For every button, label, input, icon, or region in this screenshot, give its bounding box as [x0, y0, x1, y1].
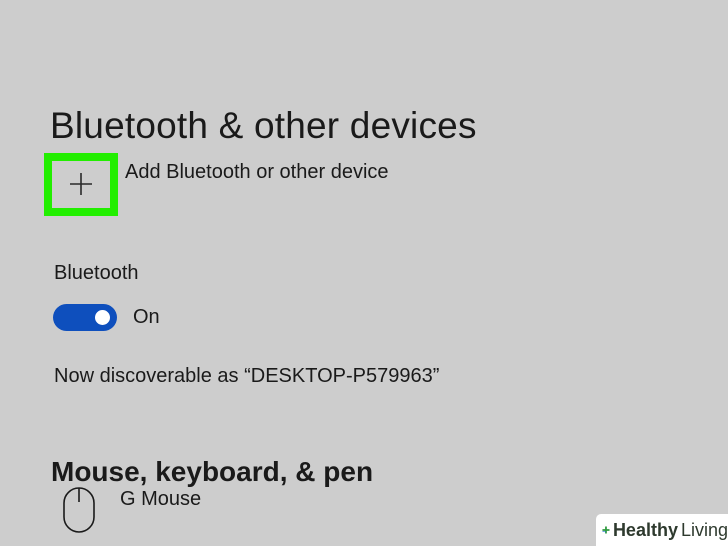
watermark-brand-bold: Healthy	[612, 519, 678, 540]
mouse-keyboard-pen-heading: Mouse, keyboard, & pen	[51, 456, 374, 488]
discoverable-status: Now discoverable as “DESKTOP-P579963”	[54, 365, 440, 387]
healthy-living-logo-icon	[602, 526, 610, 534]
device-item-g-mouse[interactable]: G Mouse	[62, 486, 201, 534]
bluetooth-section-label: Bluetooth	[54, 262, 139, 284]
bluetooth-toggle-state: On	[133, 306, 160, 328]
add-device-button[interactable]: Add Bluetooth or other device	[44, 153, 389, 217]
page-title: Bluetooth & other devices	[50, 104, 477, 146]
plus-icon	[70, 173, 92, 195]
watermark-brand-light: Living	[680, 519, 728, 540]
bluetooth-toggle-row: On	[53, 304, 160, 331]
toggle-knob	[95, 310, 110, 325]
mouse-icon	[63, 487, 95, 533]
add-device-label[interactable]: Add Bluetooth or other device	[125, 161, 389, 184]
bluetooth-settings-page: { "page": { "title": "Bluetooth & other …	[0, 0, 728, 546]
healthy-living-watermark: Healthy Living	[596, 514, 728, 546]
add-device-icon-box[interactable]	[44, 153, 118, 216]
device-name: G Mouse	[120, 488, 202, 510]
bluetooth-toggle[interactable]	[53, 304, 117, 331]
